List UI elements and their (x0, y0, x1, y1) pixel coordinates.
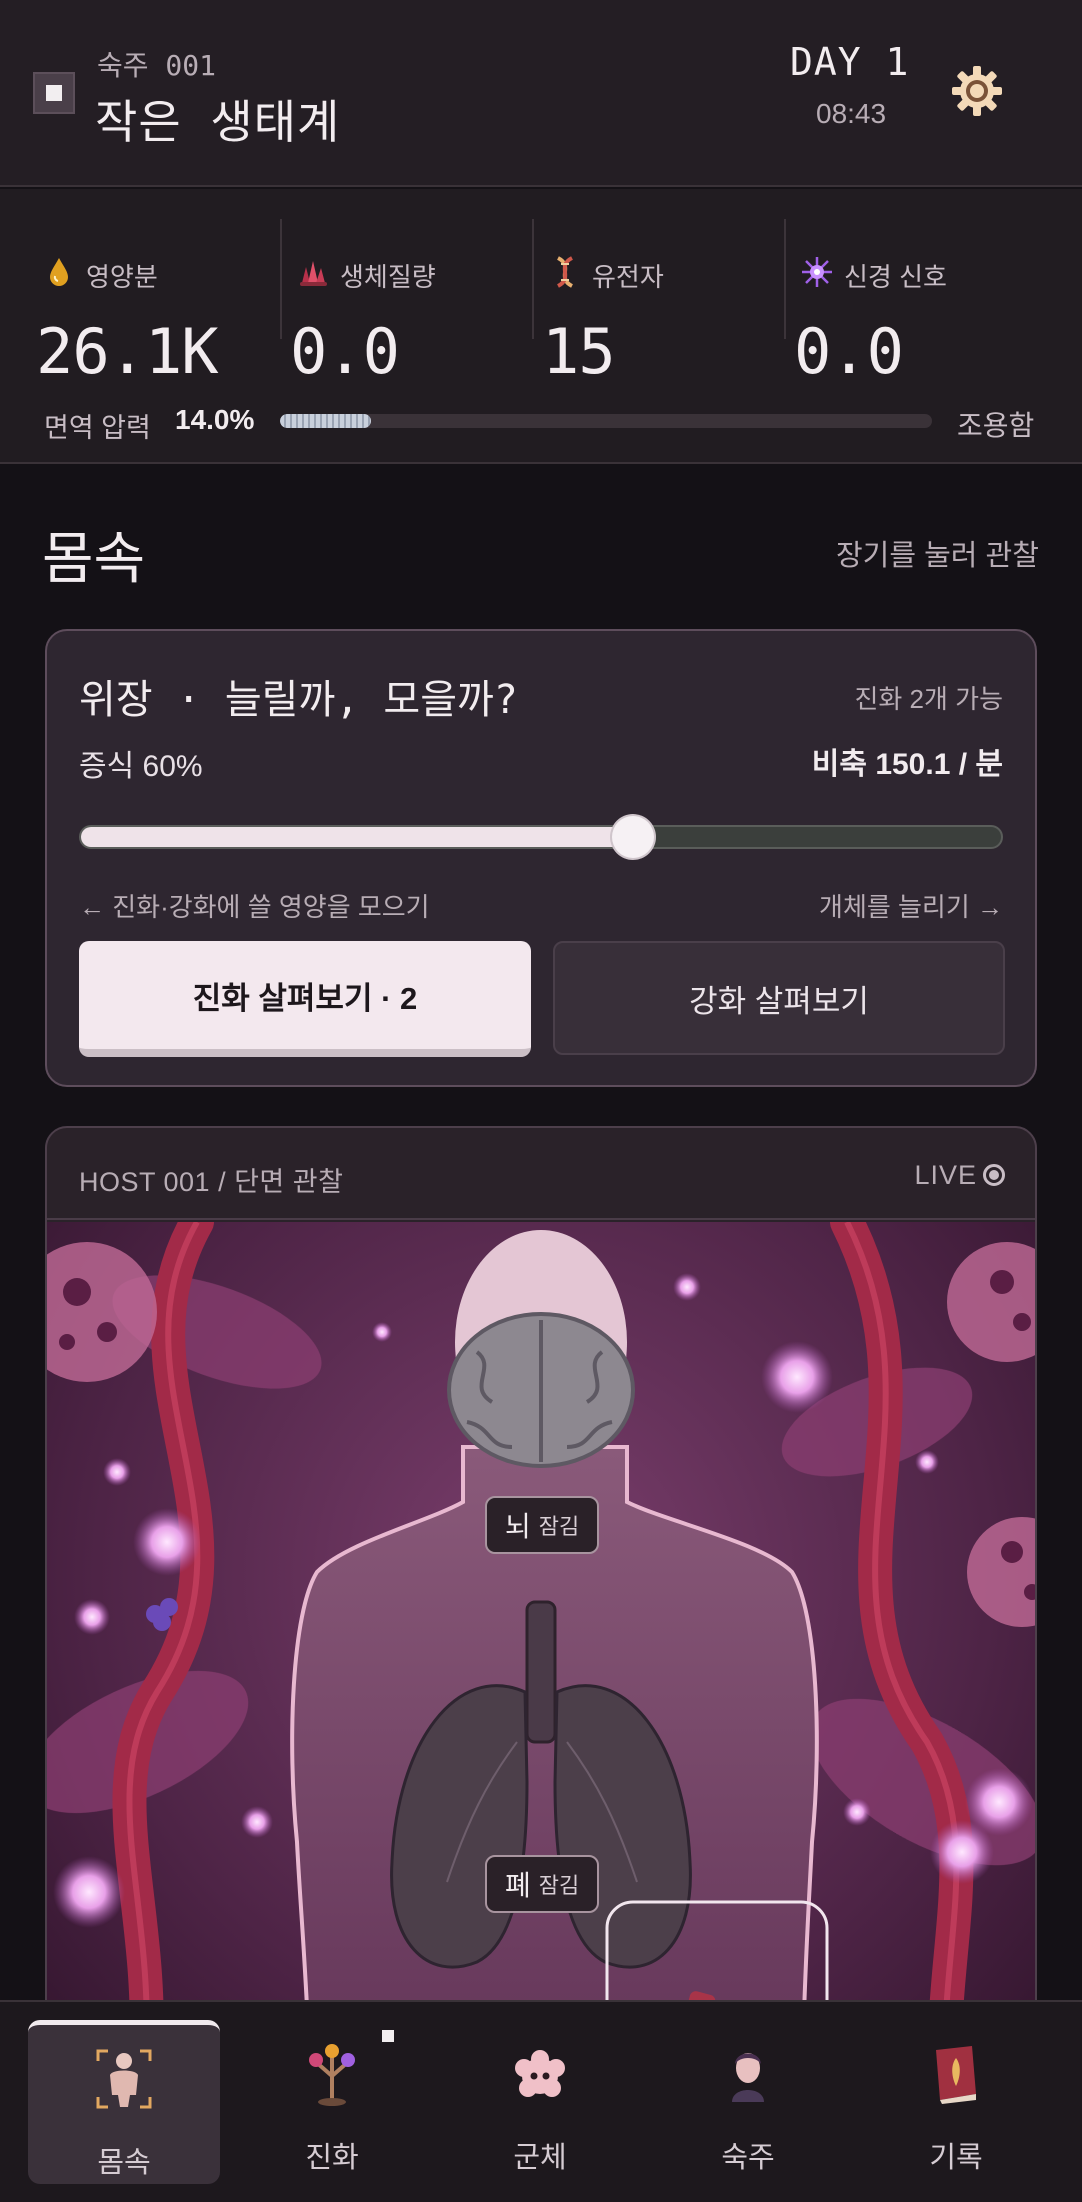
nav-tab-evolution[interactable]: 진화 (236, 2020, 428, 2184)
view-upgrade-button[interactable]: 강화 살펴보기 (553, 941, 1005, 1055)
resource-nutrients[interactable]: 영양분 26.1K (28, 219, 282, 388)
nav-label: 숙주 (721, 2142, 775, 2174)
host-id: 숙주 001 (97, 49, 216, 82)
immune-status: 조용함 (957, 410, 1035, 441)
evolution-new-badge (382, 2030, 394, 2042)
book-icon (936, 2046, 976, 2104)
slider-hint-left: ← 진화·강화에 쓸 영양을 모으기 (79, 892, 430, 922)
section-title: 몸속 (42, 527, 146, 592)
nav-tab-body[interactable]: 몸속 (28, 2020, 220, 2184)
nav-label: 진화 (305, 2142, 359, 2174)
organ-name: 뇌 (505, 1511, 531, 1542)
organ-lock-state: 잠김 (538, 1514, 580, 1539)
resource-label: 유전자 (592, 262, 664, 292)
nav-tab-log[interactable]: 기록 (860, 2020, 1052, 2184)
resource-bar: 영양분 26.1K 생체질량 0.0 유전자 15 신경 신호 0.0 면역 압… (0, 189, 1082, 464)
allocation-slider[interactable] (79, 816, 1003, 858)
organ-tag-lungs[interactable]: 폐 잠김 (485, 1855, 600, 1913)
resource-neural-signal[interactable]: 신경 신호 0.0 (784, 219, 1038, 388)
immune-pressure-fill (280, 414, 372, 428)
resource-value: 0.0 (794, 315, 904, 388)
crystal-icon (300, 261, 327, 286)
evolution-tree-icon (309, 2044, 355, 2106)
neuron-icon (802, 257, 832, 287)
panel-header: HOST 001 / 단면 관찰 LIVE (47, 1128, 1035, 1220)
immune-pressure-label: 면역 압력 (44, 413, 151, 443)
resource-label: 신경 신호 (844, 262, 947, 292)
organ-tag-brain[interactable]: 뇌 잠김 (485, 1496, 600, 1554)
colony-icon (515, 2050, 565, 2097)
allocation-slider-fill (81, 827, 633, 847)
host-marker-icon[interactable] (33, 72, 75, 114)
page-title: 작은 생태계 (95, 95, 341, 149)
resource-genes[interactable]: 유전자 15 (532, 219, 786, 388)
reserve-rate-label: 비축 150.1 / 분 (811, 748, 1003, 781)
panel-title: HOST 001 / 단면 관찰 (79, 1167, 344, 1197)
organ-name: 폐 (505, 1870, 531, 1901)
nav-label: 몸속 (97, 2147, 151, 2179)
resource-value: 26.1K (36, 315, 219, 388)
nav-label: 군체 (513, 2142, 567, 2174)
resource-value: 0.0 (290, 315, 400, 388)
view-evolution-button[interactable]: 진화 살펴보기 · 2 (79, 941, 531, 1057)
resource-label: 영양분 (86, 262, 158, 292)
resource-value: 15 (542, 315, 616, 388)
app-root: 숙주 001 작은 생태계 DAY 1 08:43 영양분 26.1K 생체질량… (0, 0, 1082, 2202)
card-title: 위장 · 늘릴까, 모을까? (79, 677, 518, 723)
immune-pressure-bar (280, 414, 932, 428)
live-label: LIVE (914, 1160, 977, 1190)
resource-biomass[interactable]: 생체질량 0.0 (280, 219, 534, 388)
stomach-decision-card: 위장 · 늘릴까, 모을까? 진화 2개 가능 증식 60% 비축 150.1 … (45, 629, 1037, 1087)
live-indicator-icon (983, 1164, 1005, 1186)
host-person-icon (732, 2053, 764, 2102)
organ-lock-state: 잠김 (538, 1873, 580, 1898)
top-header: 숙주 001 작은 생태계 DAY 1 08:43 (0, 0, 1082, 187)
nav-tab-host[interactable]: 숙주 (652, 2020, 844, 2184)
growth-ratio-label: 증식 60% (79, 750, 203, 783)
nav-label: 기록 (929, 2142, 983, 2174)
nav-tab-colony[interactable]: 군체 (444, 2020, 636, 2184)
drop-icon (50, 258, 68, 286)
body-icon (96, 2049, 152, 2109)
bottom-navigation: 몸속 진화 군체 숙주 기록 (0, 2000, 1082, 2202)
allocation-slider-thumb[interactable] (612, 816, 654, 858)
section-hint: 장기를 눌러 관찰 (836, 540, 1039, 572)
game-clock: 08:43 (816, 98, 887, 129)
gear-icon[interactable] (950, 64, 1004, 118)
dna-icon (556, 256, 574, 288)
evolutions-available: 진화 2개 가능 (854, 684, 1003, 714)
day-counter: DAY 1 (790, 40, 910, 84)
slider-hint-right: 개체를 늘리기 → (819, 892, 1003, 922)
resource-label: 생체질량 (340, 262, 436, 292)
immune-pressure-value: 14.0% (175, 404, 255, 435)
